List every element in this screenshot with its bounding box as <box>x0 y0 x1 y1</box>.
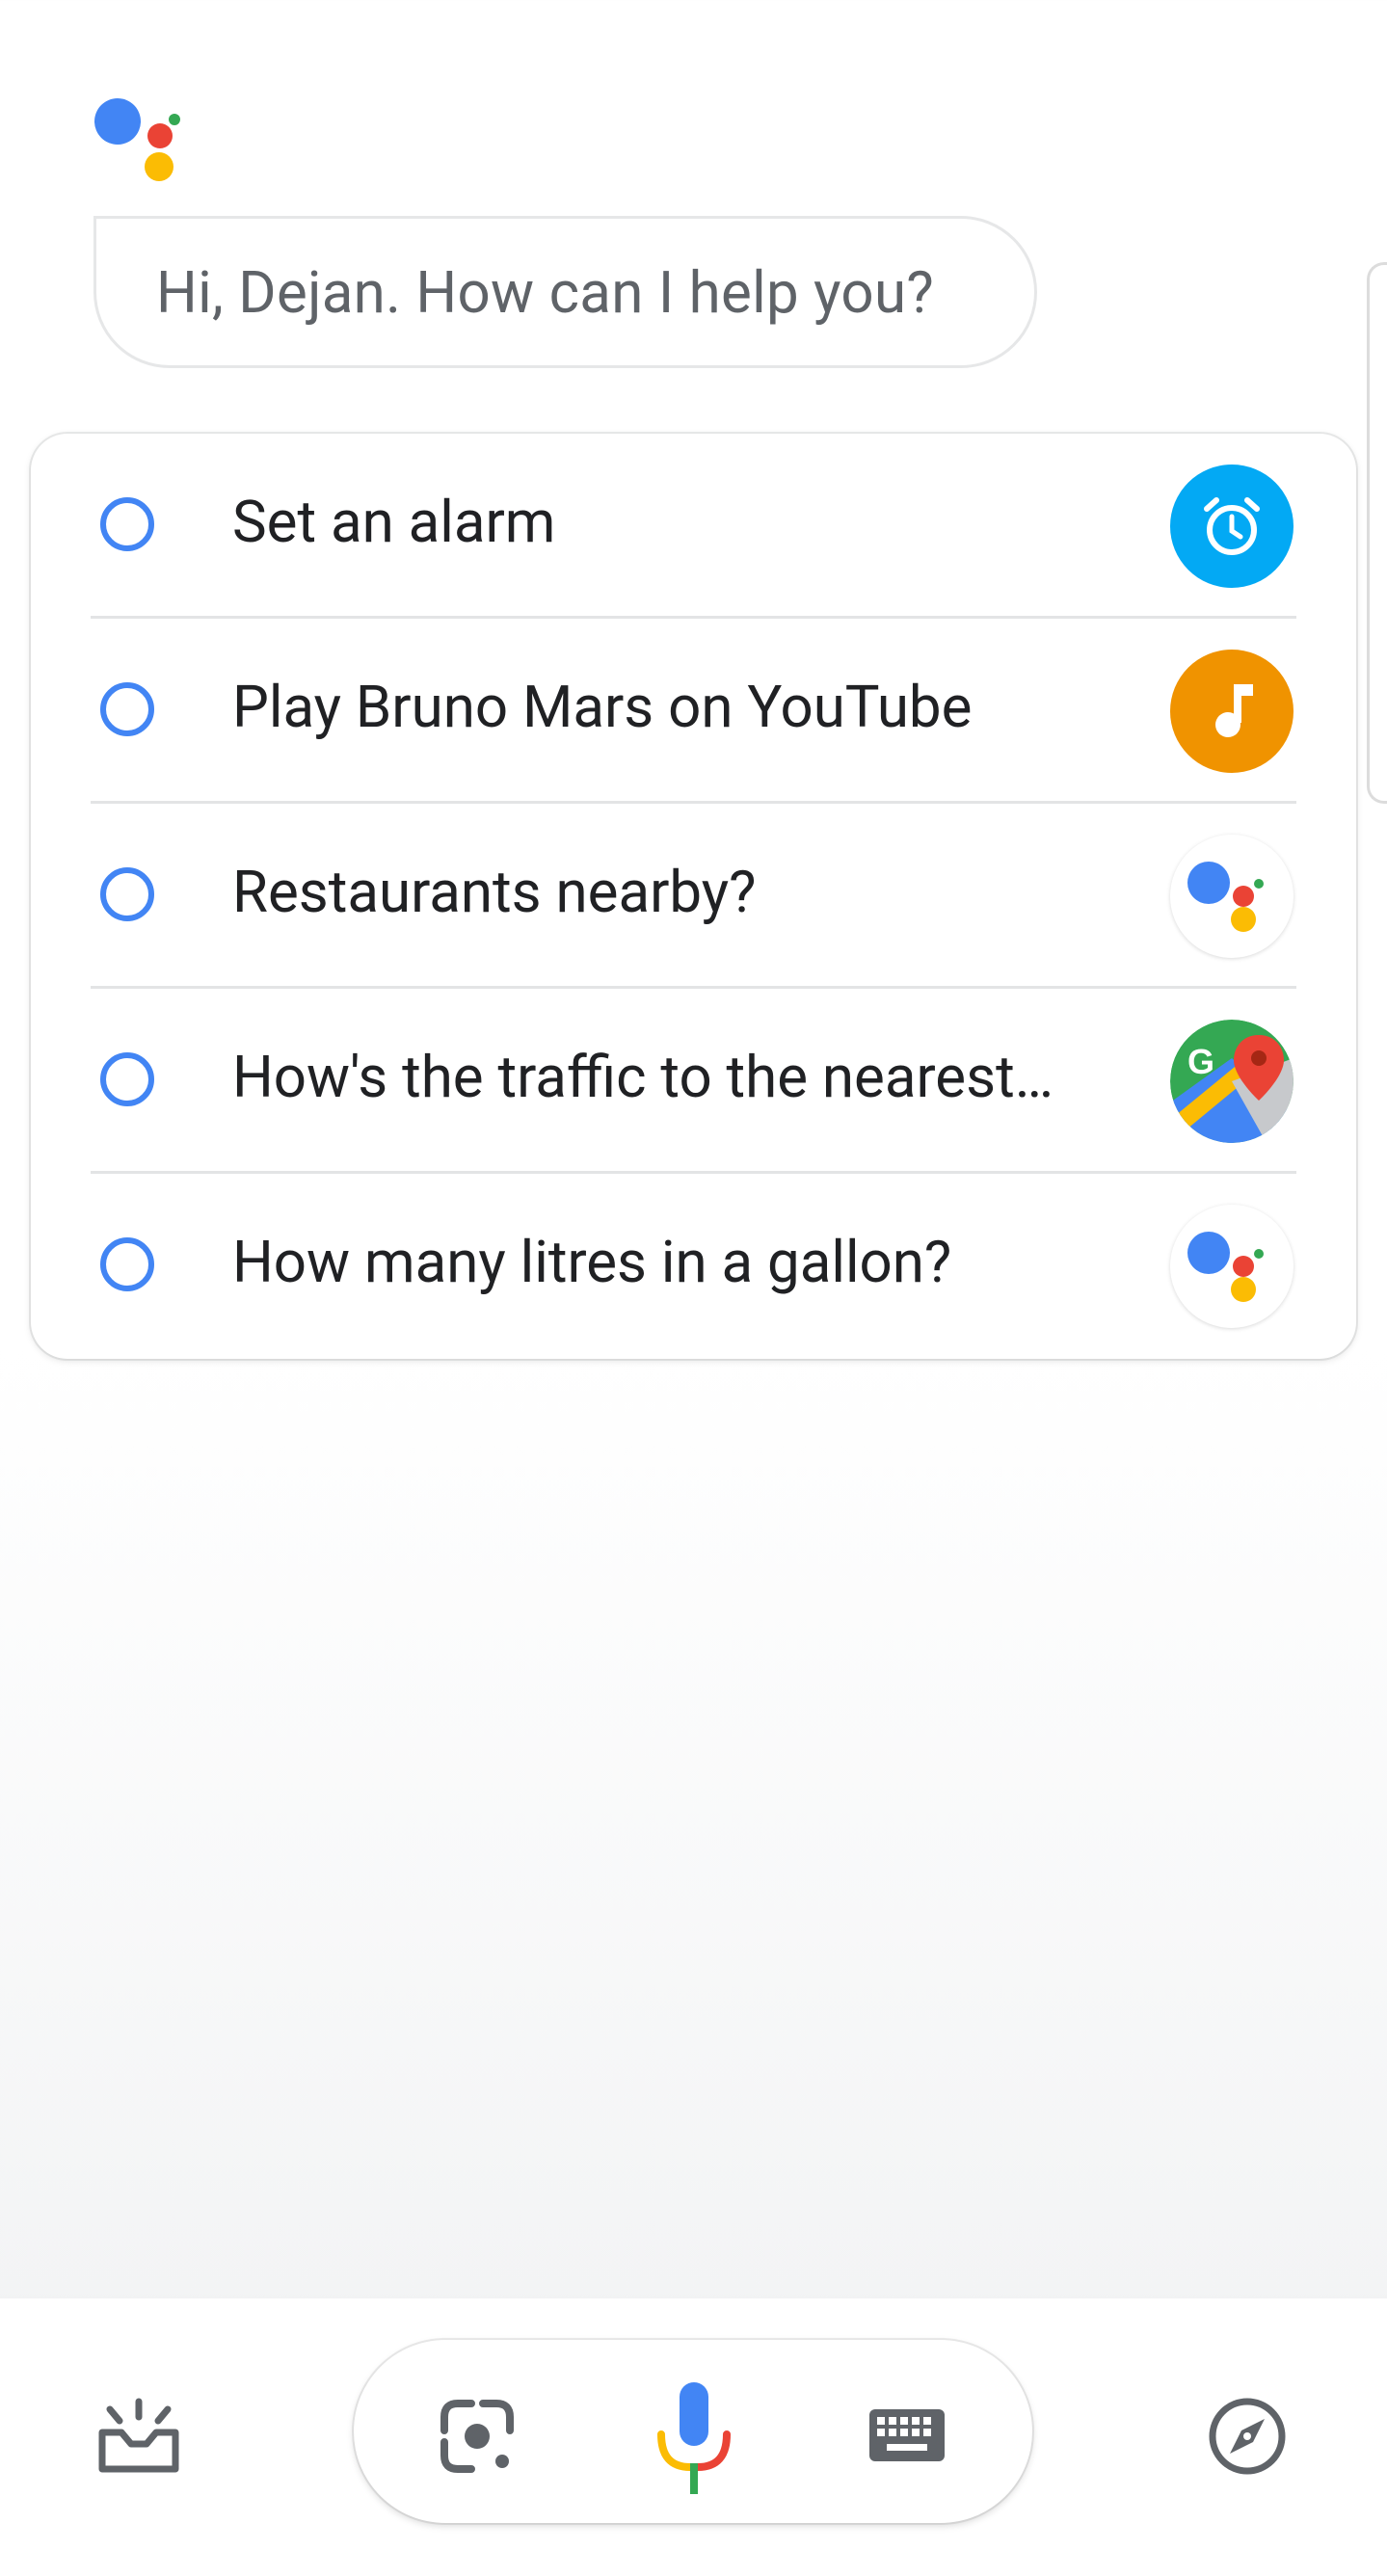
microphone-icon[interactable] <box>653 2378 734 2498</box>
suggestions-card: Set an alarm Play Bruno Mars on YouTube … <box>31 434 1356 1359</box>
svg-text:G: G <box>1187 1042 1214 1081</box>
radio-circle-icon[interactable] <box>100 867 154 921</box>
updates-tray-icon[interactable] <box>96 2398 181 2475</box>
suggestion-label: How many litres in a gallon? <box>232 1228 952 1296</box>
radio-circle-icon[interactable] <box>100 682 154 736</box>
google-assistant-icon <box>1170 1205 1294 1328</box>
suggestion-item[interactable]: Set an alarm <box>31 434 1356 619</box>
suggestion-label: How's the traffic to the nearest… <box>232 1043 1054 1111</box>
music-note-icon <box>1170 650 1294 773</box>
radio-circle-icon[interactable] <box>100 1052 154 1106</box>
suggestion-item[interactable]: Play Bruno Mars on YouTube <box>31 619 1356 804</box>
google-lens-icon[interactable] <box>439 2398 516 2475</box>
greeting-text: Hi, Dejan. How can I help you? <box>156 257 934 327</box>
radio-circle-icon[interactable] <box>100 1237 154 1291</box>
radio-circle-icon[interactable] <box>100 497 154 551</box>
edge-panel-handle[interactable] <box>1367 262 1387 804</box>
assistant-greeting-bubble: Hi, Dejan. How can I help you? <box>93 216 1037 368</box>
suggestion-item[interactable]: Restaurants nearby? <box>31 804 1356 989</box>
suggestion-label: Set an alarm <box>232 488 556 556</box>
suggestion-item[interactable]: How many litres in a gallon? <box>31 1174 1356 1359</box>
keyboard-icon[interactable] <box>867 2407 947 2463</box>
suggestion-label: Play Bruno Mars on YouTube <box>232 673 973 741</box>
suggestion-item[interactable]: How's the traffic to the nearest… G <box>31 989 1356 1174</box>
alarm-clock-icon <box>1170 465 1294 588</box>
assistant-logo-icon <box>94 98 183 187</box>
explore-compass-icon[interactable] <box>1207 2396 1288 2477</box>
google-maps-icon: G <box>1170 1020 1294 1143</box>
google-assistant-icon <box>1170 835 1294 958</box>
suggestion-label: Restaurants nearby? <box>232 858 757 926</box>
